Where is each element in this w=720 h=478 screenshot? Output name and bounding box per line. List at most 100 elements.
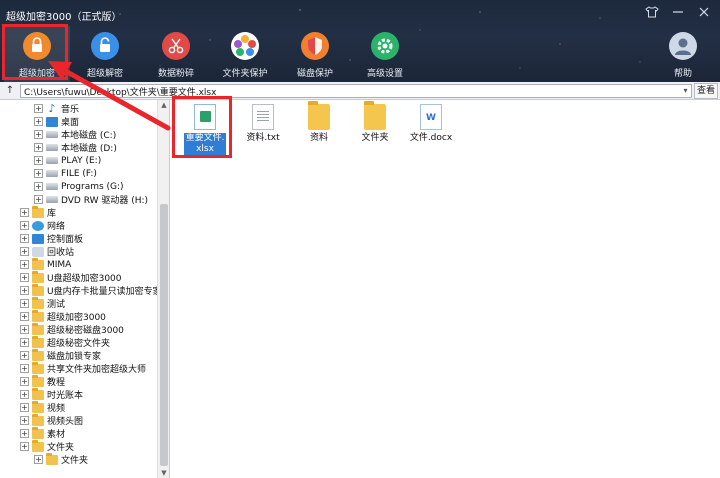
tree-item[interactable]: + 库	[20, 205, 56, 219]
tree-item[interactable]: + Programs (G:)	[34, 180, 124, 193]
tree-item[interactable]: + 文件夹	[34, 452, 88, 466]
expand-toggle-icon[interactable]: +	[34, 455, 43, 464]
expand-toggle-icon[interactable]: +	[20, 377, 29, 386]
expand-toggle-icon[interactable]: +	[34, 169, 43, 178]
shield-icon	[301, 32, 329, 60]
tree-item[interactable]: + FILE (F:)	[34, 167, 97, 180]
expand-toggle-icon[interactable]: +	[20, 403, 29, 412]
advanced-settings-button[interactable]: 高级设置	[352, 26, 418, 82]
tree-item[interactable]: + 回收站	[20, 245, 74, 258]
tree-scrollbar[interactable]: ▲ ▼	[157, 100, 169, 478]
file-name: 文件.docx	[410, 133, 452, 144]
expand-toggle-icon[interactable]: +	[20, 273, 29, 282]
tree-item-label: 文件夹	[47, 443, 75, 453]
expand-toggle-icon[interactable]: +	[20, 247, 29, 256]
file-item[interactable]: 文件.docx	[401, 102, 461, 160]
expand-toggle-icon[interactable]: +	[20, 286, 29, 295]
skin-shirt-icon[interactable]	[644, 5, 660, 21]
super-decrypt-button[interactable]: 超级解密	[72, 26, 138, 82]
drive-icon	[46, 131, 58, 138]
tree-item[interactable]: + 控制面板	[20, 232, 83, 245]
data-shred-button[interactable]: 数据粉碎	[143, 26, 209, 82]
file-name-line1: 文件.docx	[409, 133, 453, 143]
help-button[interactable]: 帮助	[650, 26, 716, 82]
tree-item[interactable]: + 视频	[20, 400, 65, 414]
tree-item[interactable]: + 文件夹	[20, 439, 75, 453]
scroll-down-icon[interactable]: ▼	[158, 468, 169, 478]
expand-toggle-icon[interactable]: +	[20, 260, 29, 269]
unlock-icon	[91, 32, 119, 60]
path-input[interactable]	[20, 84, 692, 98]
expand-toggle-icon[interactable]: +	[20, 364, 29, 373]
expand-toggle-icon[interactable]: +	[20, 338, 29, 347]
tree-item[interactable]: + 网络	[20, 219, 65, 232]
main-toolbar: 超级加密 超级解密 数据粉碎 文件夹保护 磁盘保护 高级设置 帮助	[0, 26, 720, 82]
tree-item[interactable]: + ♪ 音乐	[34, 102, 79, 115]
expand-toggle-icon[interactable]: +	[34, 182, 43, 191]
tree-item[interactable]: + 教程	[20, 374, 66, 388]
expand-toggle-icon[interactable]: +	[34, 195, 43, 204]
tree-item[interactable]: + 时光账本	[20, 387, 83, 401]
tree-item[interactable]: + U盘超级加密3000	[20, 270, 122, 284]
scroll-thumb[interactable]	[160, 204, 168, 466]
tree-item[interactable]: + 本地磁盘 (D:)	[34, 141, 117, 154]
tree-item[interactable]: + 本地磁盘 (C:)	[34, 128, 116, 141]
tree-item-label: DVD RW 驱动器 (H:)	[61, 196, 149, 206]
expand-toggle-icon[interactable]: +	[20, 234, 29, 243]
tree-item[interactable]: + 桌面	[34, 115, 79, 128]
expand-toggle-icon[interactable]: +	[20, 429, 29, 438]
path-dropdown-icon[interactable]: ▾	[680, 85, 691, 97]
tree-item-label: 桌面	[61, 118, 80, 128]
file-item[interactable]: 文件夹	[345, 101, 405, 160]
disk-protect-label: 磁盘保护	[296, 69, 333, 79]
super-encrypt-label: 超级加密	[18, 69, 55, 79]
tree-item[interactable]: + 磁盘加锁专家	[20, 348, 101, 362]
tree-item[interactable]: + 共享文件夹加密超级大师	[20, 361, 146, 375]
minimize-icon[interactable]	[670, 5, 686, 21]
expand-toggle-icon[interactable]: +	[34, 143, 43, 152]
drive-icon	[46, 157, 58, 164]
tree-item[interactable]: + 超级秘密文件夹	[20, 335, 110, 349]
expand-toggle-icon[interactable]: +	[20, 208, 29, 217]
tree-item[interactable]: + 超级秘密磁盘3000	[20, 322, 124, 336]
tree-item[interactable]: + U盘内存卡批量只读加密专家	[20, 283, 162, 297]
super-encrypt-button[interactable]: 超级加密	[4, 26, 70, 82]
recycle-icon	[32, 246, 44, 257]
file-name-line1: 文件夹	[361, 133, 389, 143]
file-item[interactable]: 资料	[289, 101, 349, 160]
tree-item[interactable]: + 素材	[20, 426, 66, 440]
tree-item-label: 素材	[47, 430, 66, 440]
file-item[interactable]: 资料.txt	[233, 102, 293, 160]
scroll-up-icon[interactable]: ▲	[158, 100, 169, 110]
expand-toggle-icon[interactable]: +	[20, 442, 29, 451]
tree-item-label: 音乐	[61, 105, 80, 115]
tree-item[interactable]: + DVD RW 驱动器 (H:)	[34, 193, 148, 206]
tree-item[interactable]: + MIMA	[20, 257, 72, 271]
tree-item-label: MIMA	[47, 259, 72, 270]
tree-item-label: 教程	[47, 378, 66, 388]
expand-toggle-icon[interactable]: +	[20, 416, 29, 425]
expand-toggle-icon[interactable]: +	[20, 390, 29, 399]
docx-file-icon	[420, 104, 442, 130]
disk-protect-button[interactable]: 磁盘保护	[282, 26, 348, 82]
expand-toggle-icon[interactable]: +	[20, 299, 29, 308]
expand-toggle-icon[interactable]: +	[20, 351, 29, 360]
tree-item[interactable]: + PLAY (E:)	[34, 154, 101, 167]
help-label: 帮助	[673, 69, 692, 79]
expand-toggle-icon[interactable]: +	[20, 312, 29, 321]
up-arrow-icon[interactable]: ↑	[3, 83, 17, 98]
tree-item[interactable]: + 测试	[20, 296, 65, 310]
close-icon[interactable]	[696, 5, 712, 21]
file-name: 资料.txt	[246, 133, 279, 144]
expand-toggle-icon[interactable]: +	[34, 156, 43, 165]
expand-toggle-icon[interactable]: +	[34, 104, 43, 113]
tree-item[interactable]: + 视频头图	[20, 413, 83, 427]
expand-toggle-icon[interactable]: +	[34, 130, 43, 139]
tree-item[interactable]: + 超级加密3000	[20, 309, 106, 323]
folder-icon	[32, 205, 44, 218]
folder-protect-button[interactable]: 文件夹保护	[212, 26, 278, 82]
expand-toggle-icon[interactable]: +	[20, 325, 29, 334]
view-button[interactable]: 查看	[694, 83, 718, 99]
expand-toggle-icon[interactable]: +	[20, 221, 29, 230]
expand-toggle-icon[interactable]: +	[34, 117, 43, 126]
